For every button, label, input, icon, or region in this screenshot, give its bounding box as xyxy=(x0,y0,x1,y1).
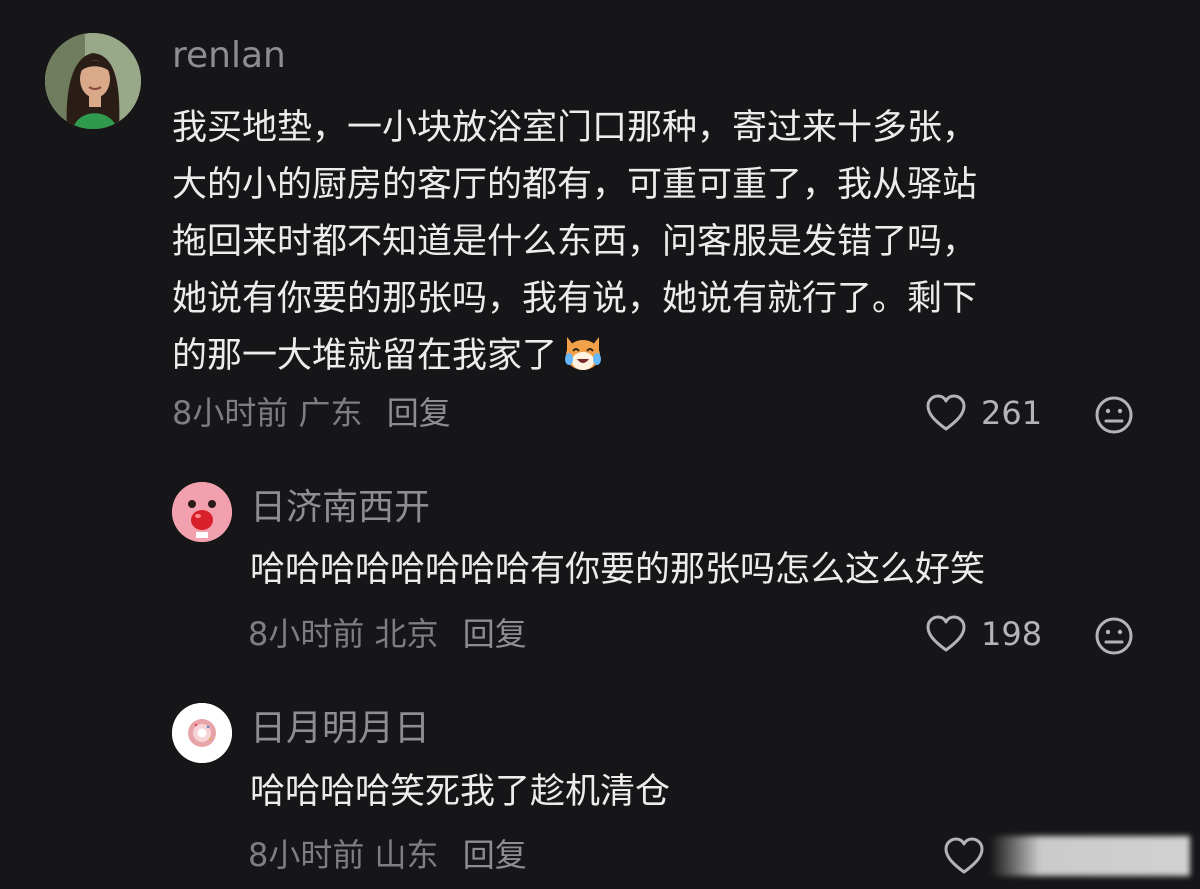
username[interactable]: renlan xyxy=(172,38,286,74)
comment-text-line: 哈哈哈哈哈哈哈哈有你要的那张吗怎么这么好笑 xyxy=(250,550,986,590)
laughing-cat-emoji-icon xyxy=(561,333,605,391)
like-count: 198 xyxy=(981,615,1043,653)
timestamp: 8小时前 xyxy=(248,615,365,653)
username[interactable]: 日月明月日 xyxy=(250,711,430,747)
watermark-overlay xyxy=(990,836,1190,876)
heart-icon xyxy=(925,615,967,653)
comment-text-line: 大的小的厨房的客厅的都有，可重可重了，我从驿站 xyxy=(172,165,978,205)
avatar[interactable] xyxy=(45,33,141,129)
comment-meta: 8小时前 广东 回复 xyxy=(172,397,451,429)
neutral-face-icon xyxy=(1094,396,1134,439)
comment-text-line: 她说有你要的那张吗，我有说，她说有就行了。剩下 xyxy=(172,279,978,319)
like-count: 261 xyxy=(981,394,1043,432)
woman-portrait-avatar-icon xyxy=(45,33,141,129)
avatar[interactable] xyxy=(172,703,232,763)
timestamp: 8小时前 xyxy=(248,836,365,874)
like-button[interactable]: 198 xyxy=(925,615,1042,653)
emoji-reaction-button[interactable] xyxy=(1094,616,1134,660)
location: 广东 xyxy=(298,394,363,432)
reply-button[interactable]: 回复 xyxy=(463,615,527,653)
comment-meta: 8小时前 山东 回复 xyxy=(248,839,527,871)
reply-button[interactable]: 回复 xyxy=(463,836,527,874)
comment-text: 我买地垫，一小块放浴室门口那种，寄过来十多张， 大的小的厨房的客厅的都有，可重可… xyxy=(172,100,977,391)
comment-text-line: 拖回来时都不知道是什么东西，问客服是发错了吗， xyxy=(172,222,978,262)
neutral-face-icon xyxy=(1094,617,1134,660)
emoji-reaction-button[interactable] xyxy=(1094,395,1134,439)
location: 北京 xyxy=(374,615,439,653)
reply-button[interactable]: 回复 xyxy=(387,394,451,432)
timestamp: 8小时前 xyxy=(172,394,289,432)
comment-text: 哈哈哈哈笑死我了趁机清仓 xyxy=(250,764,670,821)
like-button[interactable]: 261 xyxy=(925,394,1042,432)
comment-text-line-last: 的那一大堆就留在我家了 xyxy=(172,328,977,391)
heart-icon xyxy=(943,837,985,875)
comment-text-line: 我买地垫，一小块放浴室门口那种，寄过来十多张， xyxy=(172,108,978,148)
pink-cartoon-avatar-icon xyxy=(172,482,232,542)
donut-avatar-icon xyxy=(172,703,232,763)
comment-text-line: 的那一大堆就留在我家了 xyxy=(172,336,558,376)
comment-text: 哈哈哈哈哈哈哈哈有你要的那张吗怎么这么好笑 xyxy=(250,542,985,599)
comment-text-line: 哈哈哈哈笑死我了趁机清仓 xyxy=(250,772,671,812)
username[interactable]: 日济南西开 xyxy=(250,490,430,526)
avatar[interactable] xyxy=(172,482,232,542)
comment-meta: 8小时前 北京 回复 xyxy=(248,618,527,650)
heart-icon xyxy=(925,394,967,432)
location: 山东 xyxy=(374,836,439,874)
